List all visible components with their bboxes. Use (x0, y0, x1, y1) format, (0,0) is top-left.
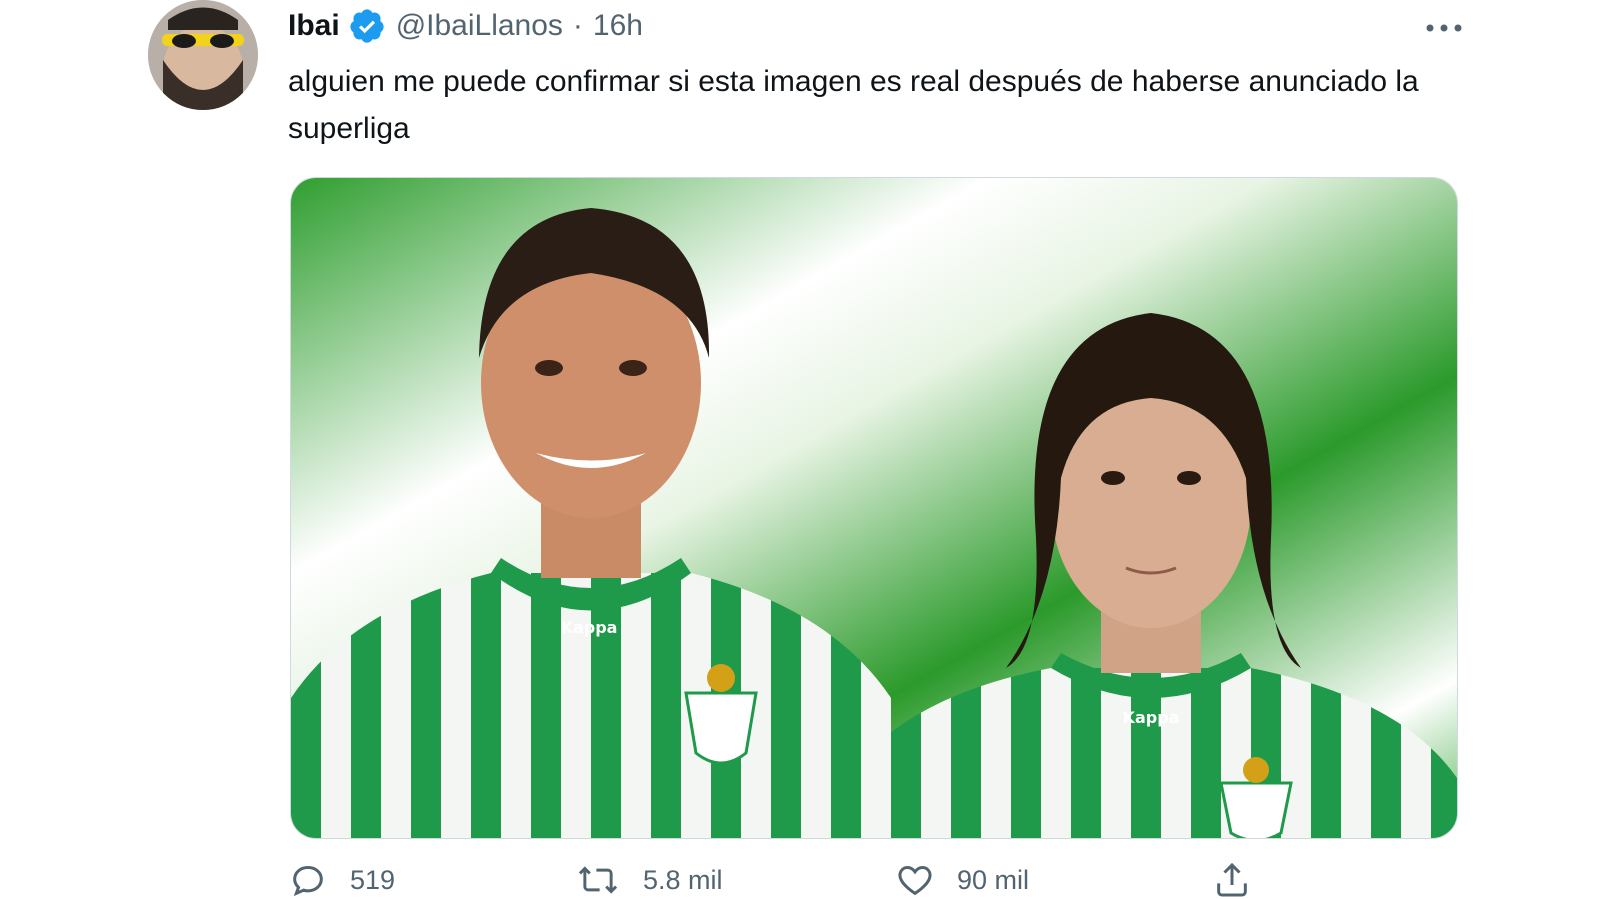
avatar[interactable] (148, 0, 258, 110)
left-jersey-brand: Kappa (561, 618, 618, 637)
more-options-button[interactable] (1414, 8, 1474, 48)
retweet-icon (578, 866, 618, 894)
tweet-header: Ibai @IbaiLlanos · 16h (288, 4, 643, 48)
reply-icon (293, 865, 323, 897)
retweet-button[interactable]: 5.8 mil (575, 860, 723, 899)
author-handle[interactable]: @IbaiLlanos (396, 9, 563, 43)
tweet[interactable]: Ibai @IbaiLlanos · 16h alguien me puede … (0, 0, 1600, 899)
like-button[interactable]: 90 mil (895, 860, 1029, 899)
share-icon (1217, 862, 1247, 897)
tweet-text: alguien me puede confirmar si esta image… (288, 65, 1419, 145)
reply-button[interactable]: 519 (288, 860, 395, 899)
tweet-timestamp[interactable]: 16h (593, 9, 643, 43)
retweet-count: 5.8 mil (643, 864, 723, 895)
author-name[interactable]: Ibai (288, 9, 340, 43)
reply-count: 519 (350, 864, 396, 895)
separator-dot: · (572, 9, 583, 42)
more-options-icon (1426, 24, 1462, 32)
like-count: 90 mil (957, 864, 1030, 895)
heart-icon (898, 865, 932, 896)
share-button[interactable] (1212, 860, 1274, 899)
tweet-action-bar: 519 5.8 mil 90 mil (0, 860, 1600, 899)
tweet-media-image[interactable]: Kappa Kappa (290, 177, 1458, 839)
right-jersey-brand: Kappa (1123, 708, 1180, 727)
verified-badge-icon (348, 7, 386, 45)
